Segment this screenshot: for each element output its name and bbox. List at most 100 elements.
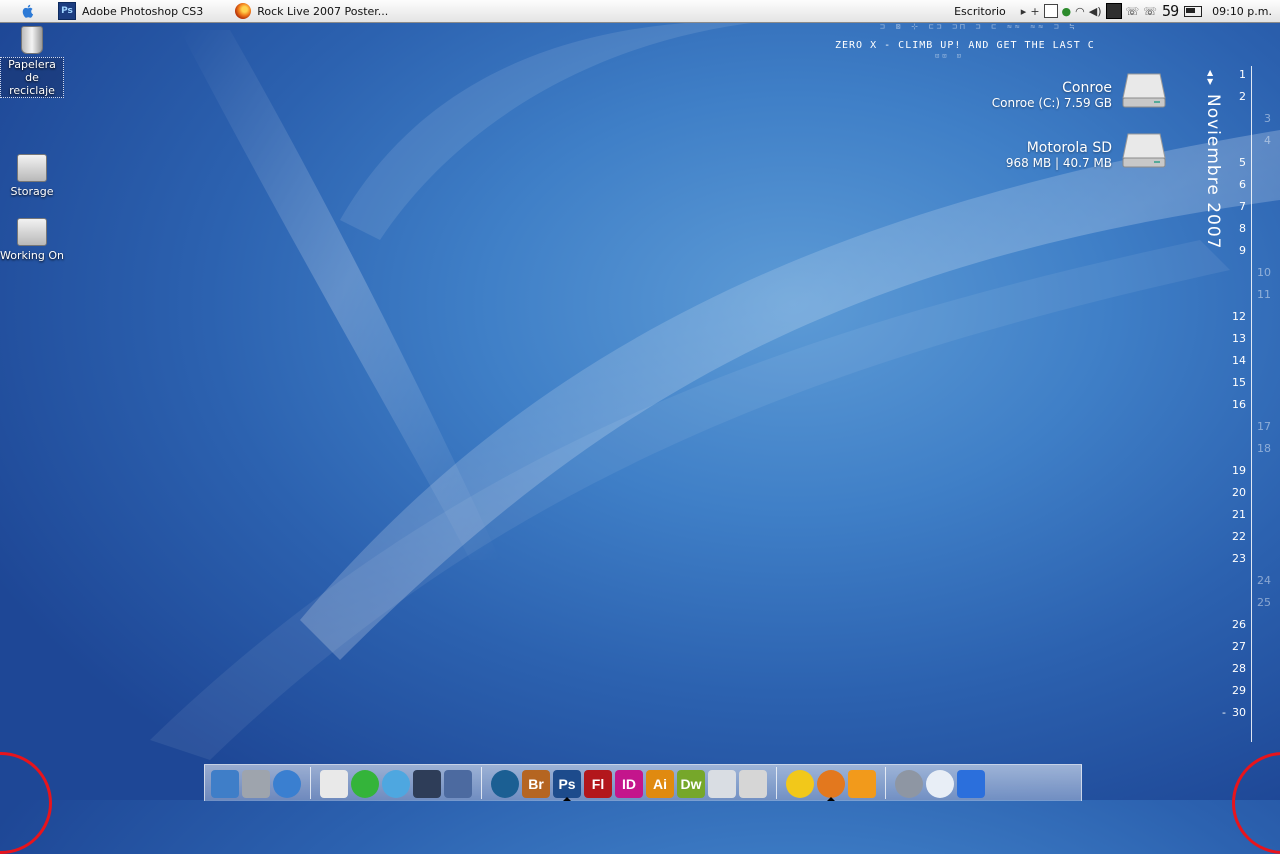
calendar-day: 21 xyxy=(1232,508,1246,521)
phone-icon[interactable]: ☏ xyxy=(1143,5,1157,18)
calendar-day: 2 xyxy=(1239,90,1246,103)
wifi-icon[interactable]: ◠ xyxy=(1075,5,1085,18)
calendar-day: 27 xyxy=(1232,640,1246,653)
user-icon[interactable]: ● xyxy=(1062,5,1072,18)
calendar-month: Noviembre 2007 xyxy=(1203,94,1223,250)
volume-icon[interactable]: ◀) xyxy=(1089,5,1102,18)
desktop-icon-working-on[interactable]: Working On xyxy=(0,218,64,262)
hot-corner-right[interactable] xyxy=(1232,752,1280,854)
calendar-day: 3 xyxy=(1264,112,1271,125)
calendar-day: 10 xyxy=(1257,266,1271,279)
calendar-day: 6 xyxy=(1239,178,1246,191)
drive-widget-conroe[interactable]: Conroe Conroe (C:) 7.59 GB xyxy=(992,80,1112,110)
firefox-icon[interactable] xyxy=(817,770,845,798)
calendar-day: 25 xyxy=(1257,596,1271,609)
dock: Br Ps Fl ID Ai Dw xyxy=(204,764,1082,801)
calendar-day: 11 xyxy=(1257,288,1271,301)
calendar-day: 12 xyxy=(1232,310,1246,323)
running-indicator xyxy=(827,797,835,801)
illustrator-icon[interactable]: Ai xyxy=(646,770,674,798)
drive-name: Motorola SD xyxy=(1026,140,1112,156)
calendar-day: 13 xyxy=(1232,332,1246,345)
tray-number: 59 xyxy=(1162,2,1179,20)
drive-icon xyxy=(17,154,47,182)
calendar-day: 24 xyxy=(1257,574,1271,587)
desktop-icon-label: Working On xyxy=(0,249,64,262)
system-tray: ▸ + ● ◠ ◀) ☏ ☏ 59 xyxy=(1019,2,1205,20)
plus-icon[interactable]: + xyxy=(1030,5,1039,18)
photoshop-icon[interactable]: Ps xyxy=(553,770,581,798)
system-preferences-icon[interactable] xyxy=(242,770,270,798)
desktop-icon-storage[interactable]: Storage xyxy=(0,154,64,198)
hard-drive-icon[interactable] xyxy=(1122,72,1166,108)
calendar-day: 20 xyxy=(1232,486,1246,499)
calendar-divider xyxy=(1251,66,1252,742)
bridge-icon[interactable]: Br xyxy=(522,770,550,798)
taskbar-item-photoshop[interactable]: Ps Adobe Photoshop CS3 xyxy=(58,0,203,22)
desktop-icon-label: Storage xyxy=(10,185,54,198)
drive-info: 968 MB | 40.7 MB xyxy=(1005,156,1112,170)
calendar-day: 8 xyxy=(1239,222,1246,235)
clock[interactable]: 09:10 p.m. xyxy=(1212,5,1272,18)
banner-text: ZERO X - CLIMB UP! AND GET THE LAST CHAN… xyxy=(835,40,1093,51)
calendar-day: 17 xyxy=(1257,420,1271,433)
download-icon[interactable] xyxy=(351,770,379,798)
calendar-day: 19 xyxy=(1232,464,1246,477)
bluetooth-icon[interactable] xyxy=(957,770,985,798)
wallpaper xyxy=(150,22,1280,760)
text-file-icon[interactable] xyxy=(320,770,348,798)
radiation-icon[interactable] xyxy=(786,770,814,798)
trash-icon xyxy=(21,26,43,54)
apple-menu-icon[interactable] xyxy=(16,0,40,22)
battery-icon[interactable] xyxy=(1043,4,1058,18)
dock-separator xyxy=(481,767,482,799)
menu-bar: Ps Adobe Photoshop CS3 Rock Live 2007 Po… xyxy=(0,0,1280,23)
calendar-day: 26 xyxy=(1232,618,1246,631)
indesign-icon[interactable]: ID xyxy=(615,770,643,798)
itunes-icon[interactable] xyxy=(382,770,410,798)
scanner-icon[interactable] xyxy=(739,770,767,798)
calendar-day: 9 xyxy=(1239,244,1246,257)
phone-icon[interactable]: ☏ xyxy=(1126,5,1140,18)
calendar-day: 18 xyxy=(1257,442,1271,455)
calendar-day: 29 xyxy=(1232,684,1246,697)
wifi-icon[interactable] xyxy=(926,770,954,798)
flash-icon[interactable]: Fl xyxy=(584,770,612,798)
hot-corner-left[interactable] xyxy=(0,752,52,854)
dock-separator xyxy=(776,767,777,799)
banner-glyphs: ⊐ ⊠ ⊹ ⊏⊐ ⊐⊓ ⊐ ⊏ ≈≈ ≈≈ ⊐ ≒ xyxy=(880,22,1078,31)
film-icon[interactable] xyxy=(413,770,441,798)
task-label: Adobe Photoshop CS3 xyxy=(82,4,204,18)
calendar-nav-arrows[interactable]: ▲ ▼ xyxy=(1207,68,1213,86)
adobe-app-icon[interactable] xyxy=(491,770,519,798)
photoshop-icon: Ps xyxy=(58,2,76,20)
calendar-day: 16 xyxy=(1232,398,1246,411)
running-indicator xyxy=(563,797,571,801)
calendar-day: 5 xyxy=(1239,156,1246,169)
location-label[interactable]: Escritorio xyxy=(954,5,1006,18)
drive-widget-motorola-sd[interactable]: Motorola SD 968 MB | 40.7 MB xyxy=(1006,140,1112,170)
lightning-icon[interactable] xyxy=(848,770,876,798)
desktop-icon-trash[interactable]: Papelera de reciclaje xyxy=(0,26,64,98)
monitor-icon[interactable] xyxy=(1105,3,1122,19)
drive-info: Conroe (C:) 7.59 GB xyxy=(991,96,1112,110)
dreamweaver-icon[interactable]: Dw xyxy=(677,770,705,798)
triangle-icon[interactable]: ▸ xyxy=(1021,5,1027,18)
finder-icon[interactable] xyxy=(211,770,239,798)
globe-icon[interactable] xyxy=(273,770,301,798)
drive-name: Conroe xyxy=(1062,80,1112,96)
calendar-day: 28 xyxy=(1232,662,1246,675)
desktop-icon-label: Papelera de reciclaje xyxy=(0,57,64,98)
drive-icon xyxy=(17,218,47,246)
taskbar-item-firefox[interactable]: Rock Live 2007 Poster... xyxy=(235,0,388,22)
weather-icon[interactable] xyxy=(895,770,923,798)
photo-icon[interactable] xyxy=(444,770,472,798)
horse-icon[interactable] xyxy=(708,770,736,798)
calendar-day: 1 xyxy=(1239,68,1246,81)
battery-icon[interactable] xyxy=(1184,5,1203,17)
banner-sub-glyphs: ⊡⊡ ⊡ xyxy=(935,52,964,60)
today-marker: - xyxy=(1222,706,1226,719)
dock-separator xyxy=(310,767,311,799)
hard-drive-icon[interactable] xyxy=(1122,132,1166,168)
calendar-day: 22 xyxy=(1232,530,1246,543)
